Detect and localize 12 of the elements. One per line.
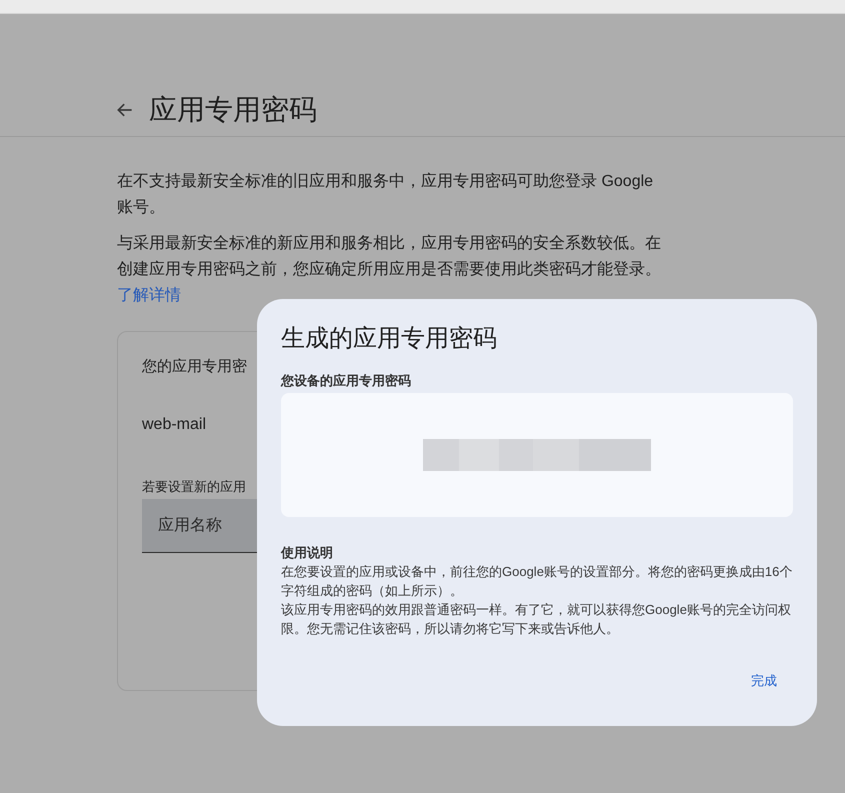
dialog-title: 生成的应用专用密码 (281, 324, 498, 354)
app-name: web-mail (142, 414, 208, 434)
intro-paragraph: 在不支持最新安全标准的旧应用和服务中，应用专用密码可助您登录 Google 账号。 (117, 172, 654, 218)
learn-more-link[interactable]: 了解详情 (117, 287, 181, 304)
done-button[interactable]: 完成 (735, 665, 793, 696)
instructions-text: 该应用专用密码的效用跟普通密码一样。有了它，就可以获得您Google账号的完全访问权限。您无需记住该密码，所以请勿将它写下来或告诉他人。 (281, 601, 792, 638)
instructions-title: 使用说明 (281, 544, 334, 562)
create-label: 若要设置新的应用 (142, 478, 247, 496)
instructions-text: 在您要设置的应用或设备中，前往您的Google账号的设置部分。将您的密码更换成由16个字符组成的密码（如上所示）。 (281, 563, 793, 600)
page-title: 应用专用密码 (149, 93, 317, 127)
card-heading: 您的应用专用密 (142, 357, 248, 377)
password-label: 您设备的应用专用密码 (281, 372, 412, 390)
